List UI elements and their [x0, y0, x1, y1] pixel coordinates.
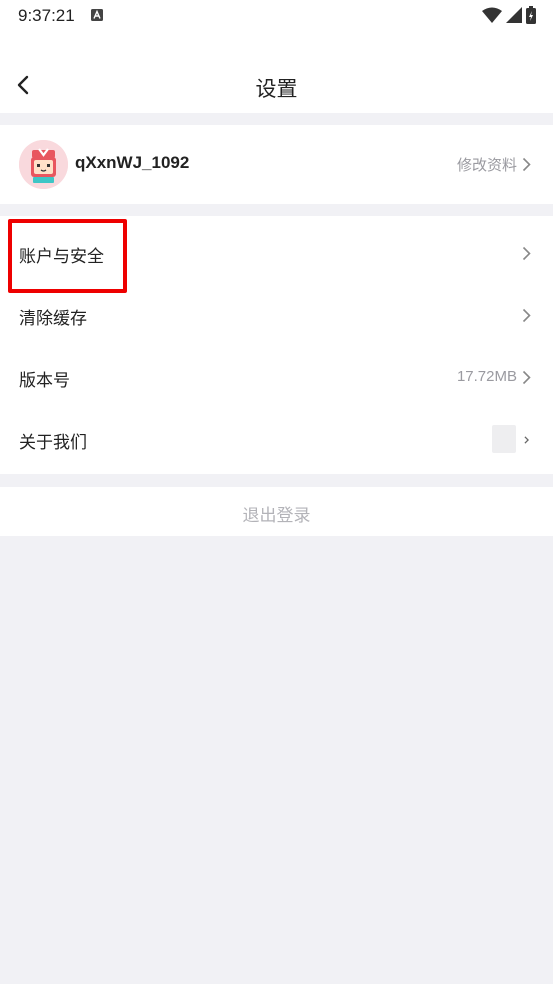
username: qXxnWJ_1092	[75, 153, 190, 172]
battery-icon	[526, 6, 536, 24]
wifi-icon	[482, 7, 502, 23]
menu-item-about-us[interactable]: 关于我们	[0, 402, 553, 464]
menu-item-value: 17.72MB	[456, 368, 517, 385]
status-bar: 9:37:21	[0, 0, 553, 32]
settings-menu: 账户与安全 清除缓存 版本号 17.72MB 关于我们	[0, 216, 553, 474]
header: 设置	[0, 32, 553, 113]
chevron-right-icon	[522, 308, 531, 323]
page-title: 设置	[255, 77, 298, 101]
a-notification-icon	[91, 9, 103, 21]
avatar-character-icon	[19, 140, 68, 189]
signal-icon	[506, 7, 522, 23]
menu-item-label: 账户与安全	[19, 247, 104, 267]
menu-item-label: 关于我们	[19, 433, 87, 453]
chevron-right-icon	[522, 157, 531, 172]
edit-profile-link[interactable]: 修改资料	[457, 154, 517, 175]
chevron-right-icon	[524, 436, 529, 444]
logout-label: 退出登录	[242, 506, 311, 526]
profile-card[interactable]: qXxnWJ_1092 修改资料	[0, 125, 553, 204]
status-icons	[482, 6, 536, 24]
avatar[interactable]	[19, 140, 68, 189]
menu-item-version[interactable]: 版本号 17.72MB	[0, 340, 553, 402]
chevron-right-icon	[522, 246, 531, 261]
menu-item-clear-cache[interactable]: 清除缓存	[0, 278, 553, 340]
menu-item-label: 版本号	[19, 371, 70, 391]
about-badge-placeholder	[492, 425, 516, 453]
menu-item-account-security[interactable]: 账户与安全	[0, 216, 553, 278]
logout-button[interactable]: 退出登录	[0, 487, 553, 536]
status-time: 9:37:21	[18, 6, 75, 25]
menu-item-label: 清除缓存	[19, 309, 87, 329]
chevron-right-icon	[522, 370, 531, 385]
